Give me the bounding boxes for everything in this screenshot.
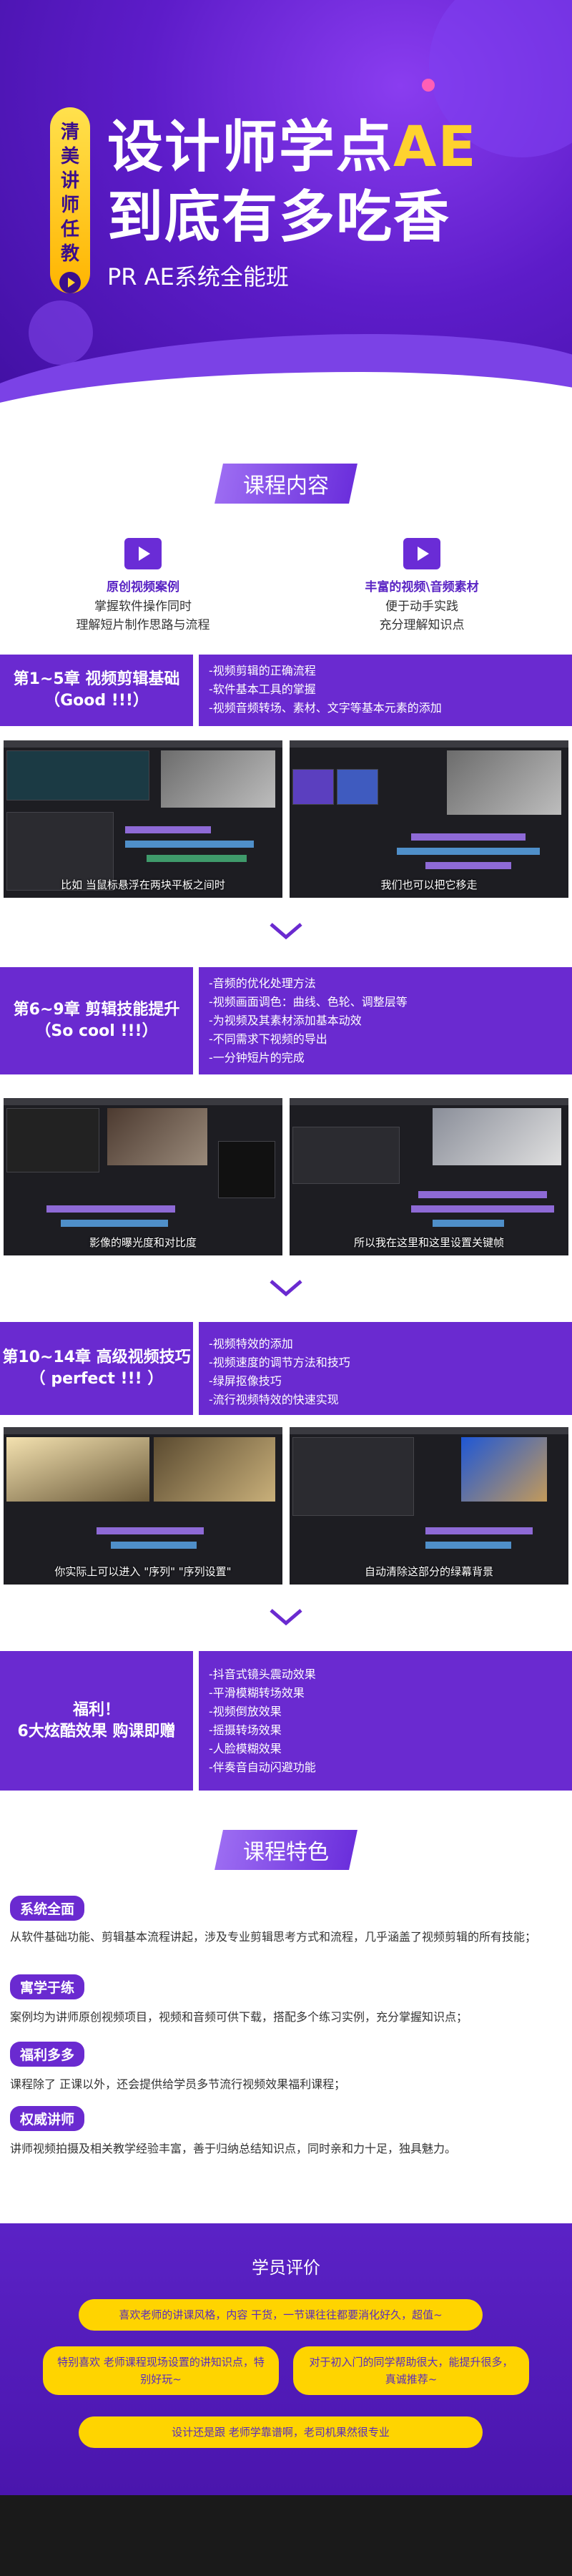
- feature-desc: 掌握软件操作同时: [94, 599, 192, 614]
- tag-char: 任: [60, 219, 79, 240]
- screenshot-caption: 我们也可以把它移走: [380, 878, 478, 891]
- tag-char: 美: [60, 146, 79, 167]
- topic-item: -不同需求下视频的导出: [209, 1032, 327, 1046]
- hero-banner: 清 美 讲 师 任 教 设计师学点AE 到底有多吃香 PR AE系统全能班: [0, 0, 572, 429]
- chapter-topics: -视频剪辑的正确流程 -软件基本工具的掌握 -视频音频转场、素材、文字等基本元素…: [199, 655, 572, 726]
- clapperboard-icon: [124, 538, 162, 569]
- topic-item: -视频倒放效果: [209, 1705, 282, 1718]
- hero-title-ae: AE: [393, 115, 478, 180]
- chapter-label: 第1~5章 视频剪辑基础 （Good !!!）: [0, 655, 193, 726]
- screenshot-premiere: 影像的曝光度和对比度: [4, 1098, 282, 1255]
- review-bubble: 特别喜欢 老师课程现场设置的讲知识点，特别好玩~: [43, 2346, 279, 2395]
- chapter-label-line: 第1~5章 视频剪辑基础: [13, 670, 180, 688]
- feature-desc: 便于动手实践: [385, 599, 458, 614]
- chapter-label-line: （So cool !!!）: [35, 1022, 158, 1040]
- bonus-label-line: 6大炫酷效果 购课即赠: [17, 1722, 176, 1740]
- tag-char: 师: [60, 195, 79, 216]
- section-title-text: 课程特色: [243, 1840, 329, 1865]
- screenshot-premiere: 所以我在这里和这里设置关键帧: [290, 1098, 568, 1255]
- feature-text: 从软件基础功能、剪辑基本流程讲起，涉及专业剪辑思考方式和流程，几乎涵盖了视频剪辑…: [10, 1930, 537, 1944]
- screenshot-premiere: 自动清除这部分的绿幕背景: [290, 1427, 568, 1585]
- chevron-down-icon: [270, 923, 302, 940]
- chevron-down-icon: [270, 1280, 302, 1297]
- decor-dot: [422, 79, 435, 92]
- feature-tag: 权威讲师: [10, 2106, 85, 2131]
- tag-char: 清: [60, 122, 79, 143]
- section-title-content: 课程内容: [0, 464, 572, 504]
- feature-tag: 寓学于练: [10, 1974, 85, 1999]
- teacher-tag: 清 美 讲 师 任 教: [50, 107, 90, 293]
- feature-desc: 充分理解知识点: [379, 618, 465, 632]
- feature-tag: 系统全面: [10, 1896, 85, 1921]
- reviews-title: 学员评价: [252, 2258, 320, 2278]
- topic-item: -视频画面调色：曲线、色轮、调整层等: [209, 995, 408, 1009]
- section-title-text: 课程内容: [243, 474, 329, 499]
- topic-item: -平滑模糊转场效果: [209, 1686, 305, 1700]
- section-title-features: 课程特色: [0, 1830, 572, 1870]
- chapter-label-line: （ perfect !!! ）: [29, 1370, 164, 1388]
- footer-band: [0, 2495, 572, 2576]
- tag-char: 讲: [60, 170, 79, 192]
- chapter-label-line: 第10~14章 高级视频技巧: [2, 1348, 191, 1366]
- screenshot-premiere: 比如 当鼠标悬浮在两块平板之间时: [4, 740, 282, 898]
- topic-item: -视频音频转场、素材、文字等基本元素的添加: [209, 701, 442, 715]
- chapter-label: 第6~9章 剪辑技能提升 （So cool !!!）: [0, 967, 193, 1074]
- review-bubble: 喜欢老师的讲课风格，内容 干货，一节课往往都要消化好久，超值~: [79, 2299, 483, 2331]
- topic-item: -一分钟短片的完成: [209, 1051, 305, 1064]
- screenshot-premiere: 我们也可以把它移走: [290, 740, 568, 898]
- hero-title-line1: 设计师学点AE: [107, 114, 478, 180]
- topic-item: -视频速度的调节方法和技巧: [209, 1356, 350, 1369]
- screenshot-caption: 自动清除这部分的绿幕背景: [364, 1565, 493, 1578]
- topic-item: -抖音式镜头震动效果: [209, 1667, 316, 1681]
- feature-desc: 理解短片制作思路与流程: [76, 618, 210, 632]
- hero-subtitle: PR AE系统全能班: [107, 263, 289, 290]
- bonus-label-line: 福利！: [72, 1700, 120, 1719]
- screenshot-premiere: 你实际上可以进入 "序列" "序列设置": [4, 1427, 282, 1585]
- feature-materials: 丰富的视频\音频素材 便于动手实践 充分理解知识点: [300, 538, 543, 635]
- bonus-topics: -抖音式镜头震动效果 -平滑模糊转场效果 -视频倒放效果 -摇摄转场效果 -人脸…: [199, 1651, 572, 1791]
- review-bubble: 设计还是跟 老师学靠谱啊，老司机果然很专业: [79, 2416, 483, 2448]
- play-icon[interactable]: [59, 272, 81, 293]
- reviews-section: 学员评价 喜欢老师的讲课风格，内容 干货，一节课往往都要消化好久，超值~ 特别喜…: [0, 2223, 572, 2495]
- review-bubble: 对于初入门的同学帮助很大，能提升很多，真诚推荐~: [293, 2346, 529, 2395]
- chevron-down-icon: [270, 1609, 302, 1626]
- topic-item: -视频特效的添加: [209, 1337, 293, 1351]
- topic-item: -伴奏音自动闪避功能: [209, 1760, 316, 1774]
- chapter-label: 第10~14章 高级视频技巧 （ perfect !!! ）: [0, 1322, 193, 1415]
- feature-text: 课程除了 正课以外，还会提供给学员多节流行视频效果福利课程；: [10, 2077, 346, 2091]
- feature-tag: 福利多多: [10, 2042, 85, 2067]
- topic-item: -视频剪辑的正确流程: [209, 664, 316, 677]
- chapter-topics: -音频的优化处理方法 -视频画面调色：曲线、色轮、调整层等 -为视频及其素材添加…: [199, 967, 572, 1074]
- decor-orb: [29, 300, 93, 365]
- topic-item: -流行视频特效的快速实现: [209, 1393, 339, 1406]
- tag-char: 教: [60, 243, 79, 265]
- hero-title-line2: 到底有多吃香: [107, 185, 451, 250]
- bonus-label: 福利！ 6大炫酷效果 购课即赠: [0, 1651, 193, 1791]
- chapter-label-line: 第6~9章 剪辑技能提升: [13, 1001, 180, 1019]
- screenshot-caption: 比如 当鼠标悬浮在两块平板之间时: [61, 878, 225, 891]
- screenshot-caption: 所以我在这里和这里设置关键帧: [353, 1236, 504, 1249]
- topic-item: -人脸模糊效果: [209, 1742, 282, 1755]
- chapter-label-line: （Good !!!）: [44, 692, 149, 710]
- hero-title-text: 设计师学点: [107, 115, 394, 180]
- topic-item: -音频的优化处理方法: [209, 976, 316, 990]
- feature-title: 丰富的视频\音频素材: [365, 580, 479, 594]
- feature-text: 案例均为讲师原创视频项目，视频和音频可供下载，搭配多个练习实例，充分掌握知识点；: [10, 2010, 468, 2024]
- topic-item: -为视频及其素材添加基本动效: [209, 1014, 362, 1027]
- screenshot-caption: 你实际上可以进入 "序列" "序列设置": [54, 1565, 232, 1578]
- screenshot-caption: 影像的曝光度和对比度: [89, 1236, 197, 1249]
- topic-item: -软件基本工具的掌握: [209, 682, 316, 696]
- topic-item: -摇摄转场效果: [209, 1723, 282, 1737]
- topic-item: -绿屏抠像技巧: [209, 1374, 282, 1388]
- feature-title: 原创视频案例: [107, 580, 179, 594]
- feature-original-cases: 原创视频案例 掌握软件操作同时 理解短片制作思路与流程: [21, 538, 265, 635]
- video-camera-icon: [403, 538, 440, 569]
- chapter-topics: -视频特效的添加 -视频速度的调节方法和技巧 -绿屏抠像技巧 -流行视频特效的快…: [199, 1322, 572, 1415]
- feature-text: 讲师视频拍摄及相关教学经验丰富，善于归纳总结知识点，同时亲和力十足，独具魅力。: [10, 2142, 457, 2155]
